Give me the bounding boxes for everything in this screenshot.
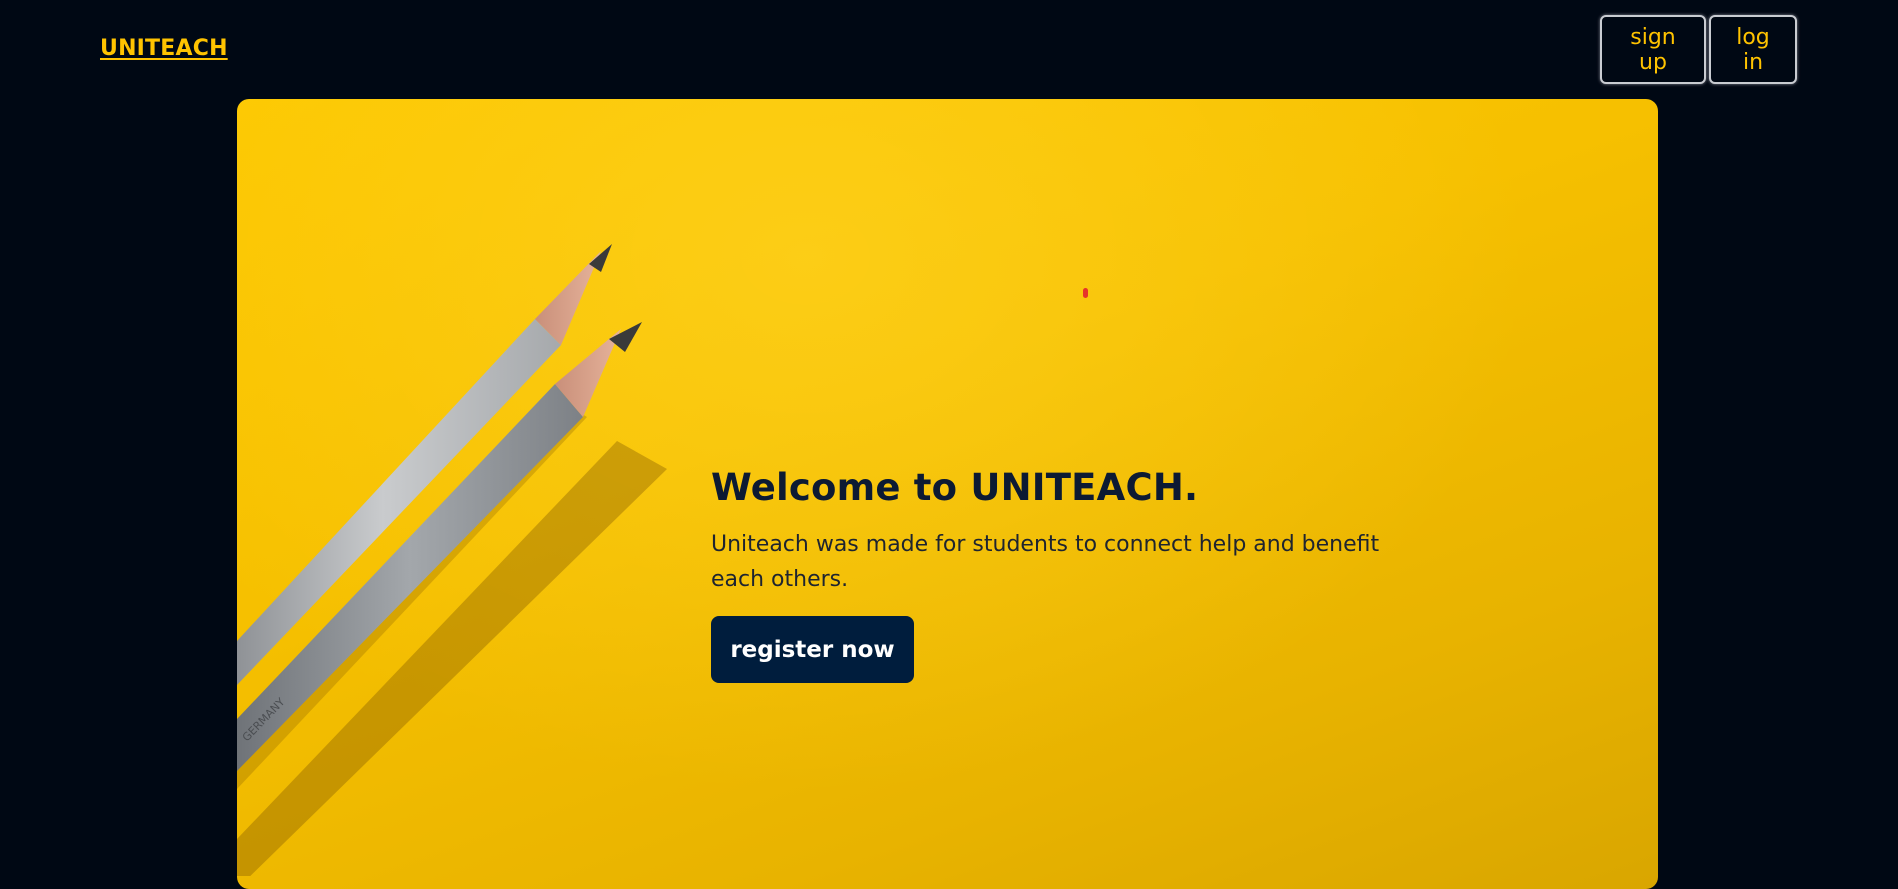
hero-description: Uniteach was made for students to connec…	[711, 532, 1380, 592]
top-navbar: UNITEACH sign up log in	[0, 0, 1898, 99]
site-logo-link[interactable]: UNITEACH	[100, 36, 228, 61]
pencils-image: GERMANY	[237, 244, 667, 876]
register-now-button[interactable]: register now	[711, 616, 914, 683]
hero-title: Welcome to UNITEACH.	[711, 466, 1199, 509]
auth-nav: sign up log in	[1600, 15, 1797, 84]
hero-banner: GERMANY Welcome to UNITEACH. Uniteach wa…	[237, 99, 1658, 889]
log-in-button[interactable]: log in	[1709, 15, 1797, 84]
hero-content: Welcome to UNITEACH. Uniteach was made f…	[711, 466, 1391, 683]
red-dot-mark	[1083, 288, 1088, 298]
sign-up-button[interactable]: sign up	[1600, 15, 1706, 84]
